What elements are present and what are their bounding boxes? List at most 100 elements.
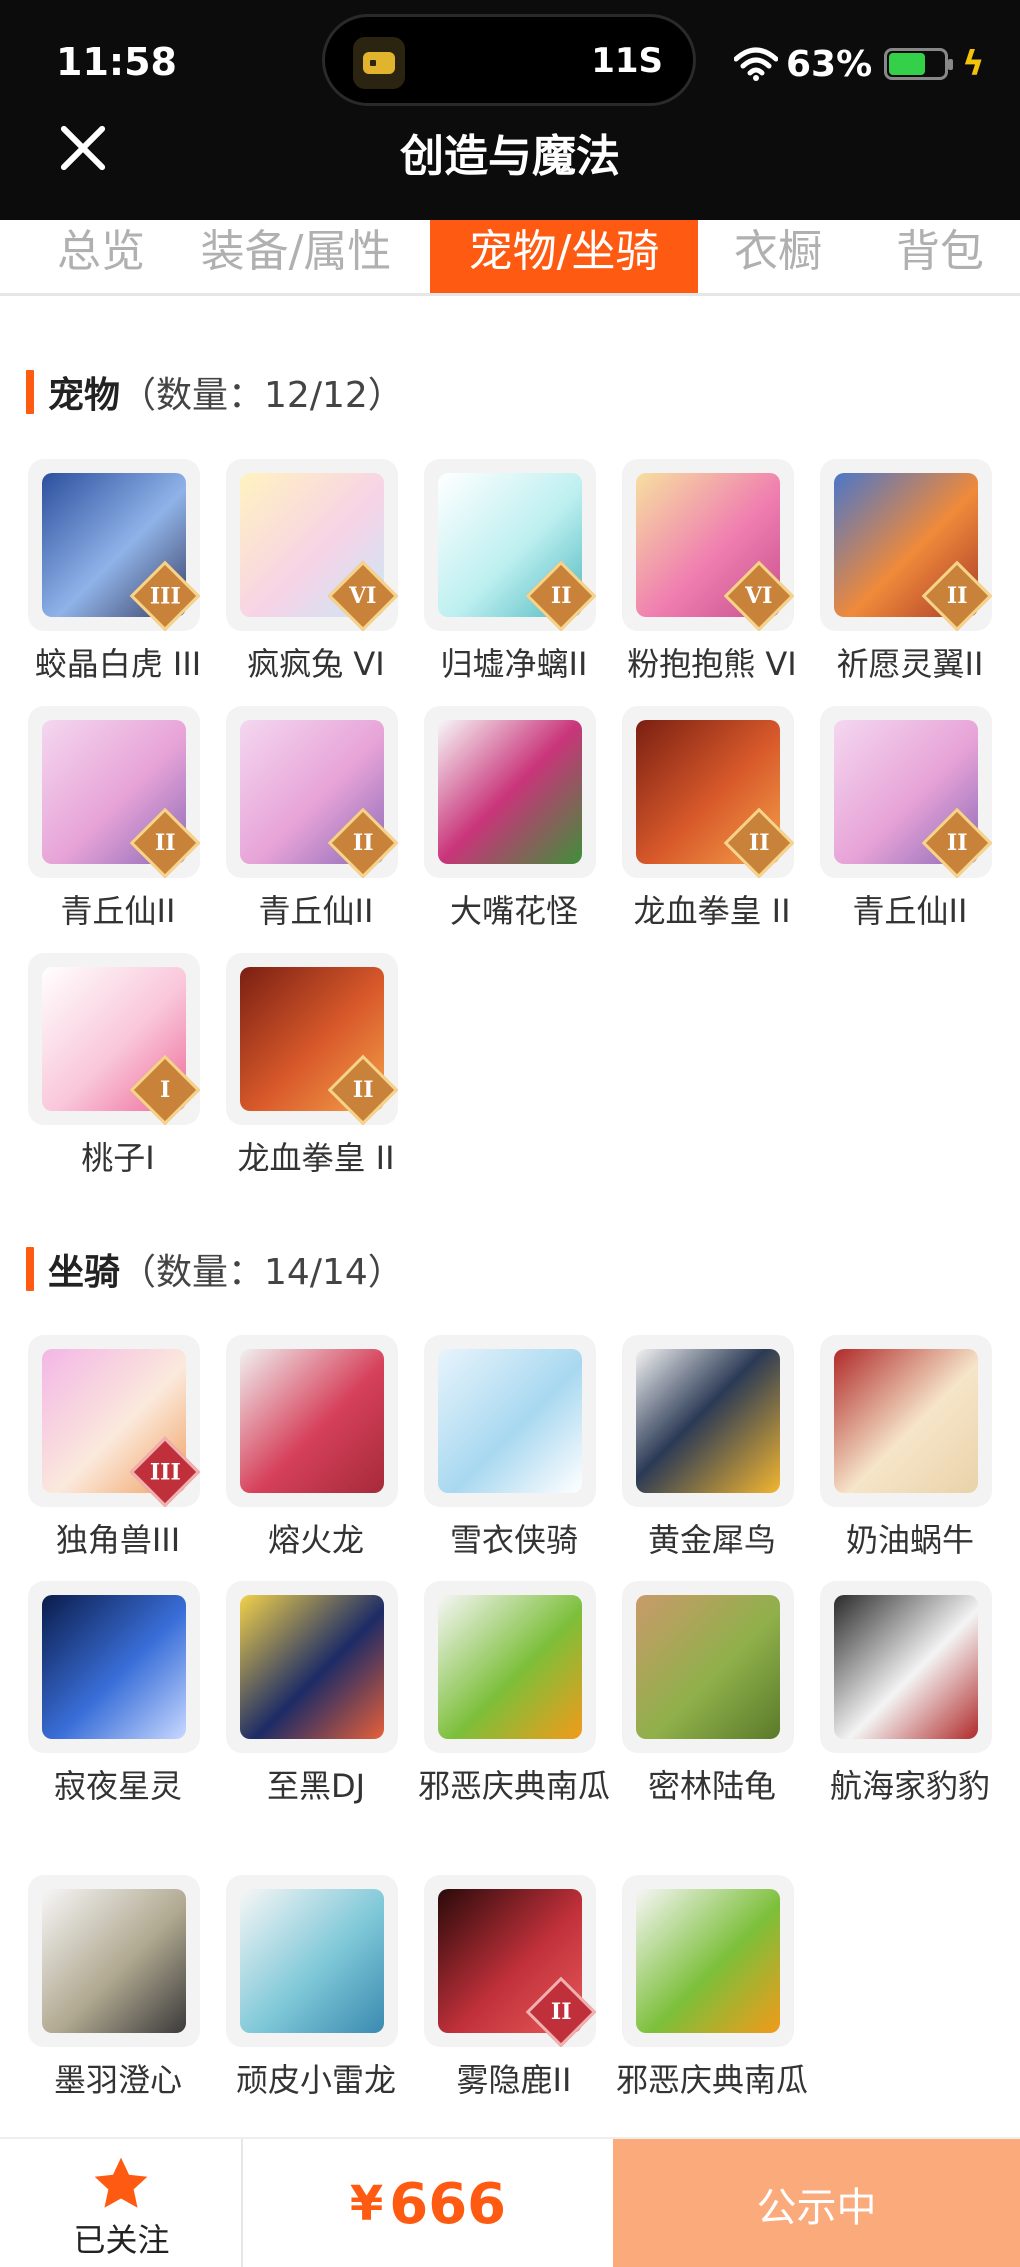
pet-thumbnail: III (28, 459, 200, 631)
mount-name: 墨羽澄心 (53, 2061, 182, 2099)
mount-thumbnail (226, 1335, 398, 1507)
mount-name: 雾隐鹿II (456, 2061, 572, 2099)
mount-name: 顽皮小雷龙 (235, 2061, 396, 2099)
section-count: （数量：12/12） (120, 375, 404, 416)
island-text: 11S (591, 41, 663, 81)
mount-thumbnail (226, 1875, 398, 2047)
mount-thumbnail (622, 1875, 794, 2047)
pet-thumbnail: II (622, 706, 794, 878)
rank-badge-text: II (550, 583, 572, 609)
rank-badge-text: III (149, 1459, 181, 1485)
section-count: （数量：14/14） (120, 1252, 404, 1293)
mount-name: 雪衣侠骑 (449, 1521, 578, 1559)
pet-thumbnail: II (28, 706, 200, 878)
rank-badge-text: II (550, 1999, 572, 2025)
character-image (438, 1595, 582, 1739)
battery-icon (884, 48, 954, 80)
character-image (438, 720, 582, 864)
mount-thumbnail (820, 1335, 992, 1507)
tab-bar: 总览 装备/属性 宠物/坐骑 衣橱 背包 (0, 220, 1020, 296)
mount-name: 黄金犀鸟 (647, 1521, 776, 1559)
battery-percent: 63% (786, 43, 873, 85)
character-image (636, 1889, 780, 2033)
character-image (240, 1349, 384, 1493)
pets-section-title: 宠物 （数量：12/12） (26, 369, 404, 416)
system-indicators: 63% ϟ (734, 42, 985, 86)
pet-thumbnail (424, 706, 596, 878)
rank-badge-text: II (946, 830, 968, 856)
pet-name: 龙血拳皇 II (237, 1139, 395, 1177)
rank-badge-text: II (946, 583, 968, 609)
bottom-bar: 已关注 ¥ 666 公示中 (0, 2137, 1020, 2267)
pet-name: 青丘仙II (60, 892, 176, 930)
character-image (240, 1889, 384, 2033)
pet-thumbnail: II (424, 459, 596, 631)
mount-name: 密林陆龟 (647, 1767, 776, 1805)
rank-badge-text: II (154, 830, 176, 856)
star-icon (94, 2157, 148, 2208)
character-image (42, 1595, 186, 1739)
section-name: 宠物 (48, 375, 121, 416)
wifi-icon (734, 47, 778, 81)
page-title: 创造与魔法 (400, 131, 620, 182)
tab-backpack[interactable]: 背包 (880, 220, 1000, 293)
pet-thumbnail: II (226, 953, 398, 1125)
section-name: 坐骑 (48, 1252, 121, 1293)
status-bar: 11:58 11S 63% ϟ (0, 0, 1020, 120)
pet-thumbnail: I (28, 953, 200, 1125)
character-image (834, 1349, 978, 1493)
mount-name: 熔火龙 (267, 1521, 364, 1559)
pet-name: 青丘仙II (258, 892, 374, 930)
rank-badge-text: VI (745, 583, 773, 609)
character-image (42, 1889, 186, 2033)
mount-name: 寂夜星灵 (53, 1767, 182, 1805)
pet-thumbnail: II (226, 706, 398, 878)
mount-thumbnail (424, 1335, 596, 1507)
tab-pets-mounts[interactable]: 宠物/坐骑 (430, 220, 698, 293)
pet-thumbnail: VI (226, 459, 398, 631)
pet-name: 祈愿灵翼II (836, 645, 984, 683)
price-value: 666 (389, 2171, 507, 2237)
pet-thumbnail: II (820, 706, 992, 878)
rank-badge-text: I (159, 1076, 171, 1103)
mount-name: 航海家豹豹 (829, 1767, 990, 1805)
pet-name: 疯疯兔 VI (247, 645, 385, 683)
character-image (240, 1595, 384, 1739)
mount-thumbnail (28, 1875, 200, 2047)
tab-equipment[interactable]: 装备/属性 (186, 220, 406, 293)
top-bar: 11:58 11S 63% ϟ 创造与魔法 (0, 0, 1020, 220)
follow-label: 已关注 (73, 2221, 170, 2259)
rank-badge-text: VI (349, 583, 377, 609)
status-button[interactable]: 公示中 (613, 2139, 1020, 2267)
rank-badge-text: II (352, 1077, 374, 1103)
pet-name: 蛟晶白虎 III (34, 645, 202, 683)
pet-name: 桃子I (81, 1139, 155, 1177)
mount-name: 独角兽III (55, 1521, 181, 1559)
pet-name: 归墟净螭II (440, 645, 588, 683)
mount-thumbnail: III (28, 1335, 200, 1507)
rank-badge-text: II (352, 830, 374, 856)
mount-thumbnail (28, 1581, 200, 1753)
charging-bolt-icon: ϟ (962, 44, 985, 84)
character-image (636, 1349, 780, 1493)
pet-name: 龙血拳皇 II (633, 892, 791, 930)
app-icon (353, 37, 405, 89)
mount-name: 邪恶庆典南瓜 (615, 2061, 808, 2099)
mount-thumbnail (424, 1581, 596, 1753)
mount-thumbnail (622, 1335, 794, 1507)
pet-name: 大嘴花怪 (449, 892, 578, 930)
tab-overview[interactable]: 总览 (36, 220, 166, 293)
price: ¥ 666 (243, 2139, 613, 2267)
character-image (834, 1595, 978, 1739)
mount-thumbnail: II (424, 1875, 596, 2047)
mount-thumbnail (226, 1581, 398, 1753)
character-image (438, 1349, 582, 1493)
tab-wardrobe[interactable]: 衣橱 (718, 220, 838, 293)
mount-name: 至黑DJ (266, 1767, 366, 1805)
follow-button[interactable]: 已关注 (0, 2139, 243, 2267)
mount-thumbnail (820, 1581, 992, 1753)
rank-badge-text: II (748, 830, 770, 856)
dynamic-island: 11S (322, 14, 696, 106)
status-time: 11:58 (56, 40, 177, 84)
rank-badge-text: III (149, 583, 181, 609)
